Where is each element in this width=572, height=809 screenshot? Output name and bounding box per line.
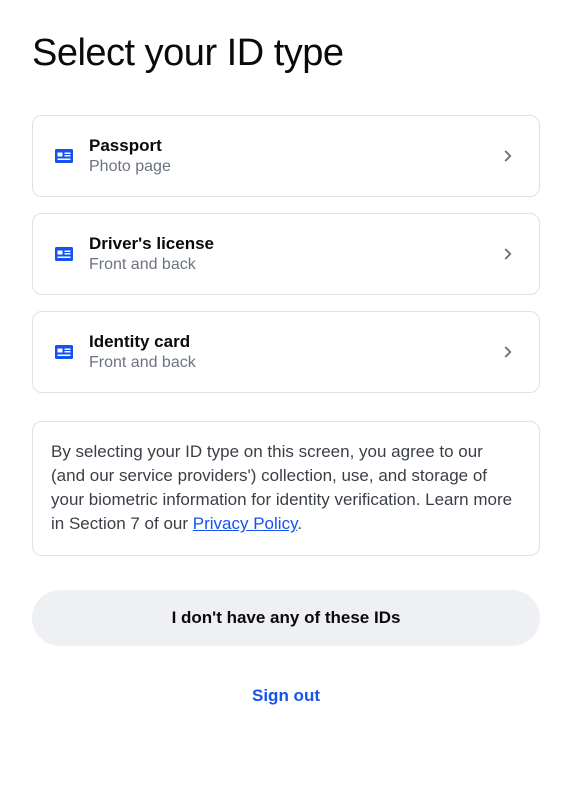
chevron-right-icon (499, 147, 517, 165)
id-option-subtitle: Front and back (89, 354, 499, 372)
disclaimer-text-after: . (297, 514, 302, 533)
signout-button[interactable]: Sign out (32, 672, 540, 720)
id-option-drivers-license[interactable]: Driver's license Front and back (32, 213, 540, 295)
chevron-right-icon (499, 245, 517, 263)
id-option-subtitle: Front and back (89, 256, 499, 274)
page-title: Select your ID type (32, 32, 540, 75)
id-card-icon (55, 149, 73, 163)
id-option-text: Passport Photo page (89, 136, 499, 176)
chevron-right-icon (499, 343, 517, 361)
privacy-policy-link[interactable]: Privacy Policy (193, 514, 298, 533)
disclaimer-box: By selecting your ID type on this screen… (32, 421, 540, 556)
id-option-title: Identity card (89, 332, 499, 352)
id-option-identity-card[interactable]: Identity card Front and back (32, 311, 540, 393)
id-option-text: Identity card Front and back (89, 332, 499, 372)
id-option-text: Driver's license Front and back (89, 234, 499, 274)
no-id-button[interactable]: I don't have any of these IDs (32, 590, 540, 646)
id-option-title: Driver's license (89, 234, 499, 254)
id-card-icon (55, 247, 73, 261)
id-option-passport[interactable]: Passport Photo page (32, 115, 540, 197)
id-option-title: Passport (89, 136, 499, 156)
id-card-icon (55, 345, 73, 359)
id-option-subtitle: Photo page (89, 158, 499, 176)
